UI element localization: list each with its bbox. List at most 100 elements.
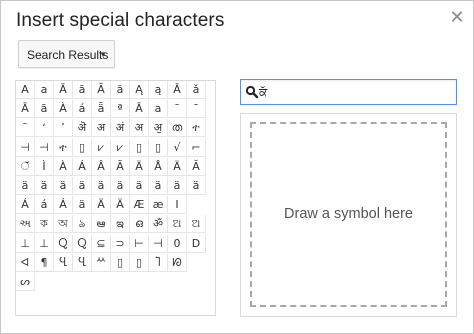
character-cell[interactable]: ഒ	[130, 215, 149, 234]
character-cell[interactable]: Ä	[168, 157, 187, 176]
character-cell[interactable]: Ⅰ	[168, 196, 187, 215]
character-cell[interactable]: ⊣	[35, 138, 54, 157]
character-cell[interactable]: ä	[111, 177, 130, 195]
character-cell[interactable]: ⊥	[35, 234, 54, 253]
character-cell[interactable]: Ă	[187, 157, 206, 176]
character-cell[interactable]: Ⴁ	[73, 253, 92, 272]
character-cell[interactable]: ˉ	[16, 119, 35, 138]
character-cell[interactable]: Ã	[111, 157, 130, 176]
character-cell[interactable]: ᔕ	[16, 273, 35, 291]
character-cell[interactable]: À	[54, 157, 73, 176]
character-cell[interactable]: ⊃	[111, 234, 130, 253]
character-cell[interactable]: ʼ	[54, 119, 73, 138]
character-cell[interactable]: ª	[111, 100, 130, 119]
character-cell[interactable]: ¶	[35, 253, 54, 272]
character-cell[interactable]: ऄ	[73, 119, 92, 138]
character-cell[interactable]: á	[73, 100, 92, 119]
character-cell[interactable]: ఇ	[111, 215, 130, 234]
character-cell[interactable]: ä	[149, 177, 168, 195]
character-cell[interactable]: ੱ	[16, 157, 35, 176]
character-cell[interactable]: ⌐	[187, 138, 206, 157]
character-cell[interactable]: ˉ	[187, 100, 206, 119]
close-icon[interactable]: ✕	[447, 7, 467, 27]
character-cell[interactable]: ä	[73, 196, 92, 215]
draw-symbol-area[interactable]: Draw a symbol here	[250, 122, 447, 307]
character-cell[interactable]: ത	[168, 119, 187, 138]
character-cell[interactable]: Ā	[54, 81, 73, 99]
character-cell[interactable]: D	[187, 234, 206, 253]
character-cell[interactable]: ▯	[130, 138, 149, 157]
character-cell[interactable]: ä	[130, 177, 149, 195]
character-cell[interactable]: Ì	[35, 157, 54, 176]
character-cell[interactable]: Ä	[130, 157, 149, 176]
character-cell[interactable]: ⊥	[16, 234, 35, 253]
character-cell[interactable]: Ⴍ	[54, 234, 73, 253]
character-cell[interactable]: ⊣	[16, 138, 35, 157]
character-cell[interactable]: ä	[16, 177, 35, 195]
character-cell[interactable]: ä	[168, 177, 187, 195]
character-cell[interactable]: Á	[54, 196, 73, 215]
character-cell[interactable]: a	[149, 100, 168, 119]
character-cell[interactable]: ঌ	[73, 215, 92, 234]
search-input[interactable]: ਕੱ	[240, 79, 457, 105]
character-cell[interactable]: अ	[130, 119, 149, 138]
character-cell[interactable]: ä	[35, 177, 54, 195]
character-cell[interactable]: Á	[73, 157, 92, 176]
character-cell[interactable]: ଅ	[187, 215, 206, 234]
character-cell[interactable]: ⊢	[130, 234, 149, 253]
category-dropdown[interactable]: Search Results ▼	[18, 40, 115, 68]
character-cell[interactable]: A	[16, 81, 35, 99]
character-cell[interactable]: ä	[92, 177, 111, 195]
character-cell[interactable]: अं	[111, 119, 130, 138]
character-cell[interactable]: ᄊ	[92, 253, 111, 272]
character-cell[interactable]: æ	[149, 196, 168, 215]
character-cell[interactable]: Ă	[92, 81, 111, 99]
character-cell[interactable]: Ä	[92, 196, 111, 215]
character-cell[interactable]: ǎ	[187, 81, 206, 99]
character-cell[interactable]: Ą	[130, 81, 149, 99]
character-cell[interactable]: ᐊ	[16, 253, 35, 272]
character-cell[interactable]: ˉ	[168, 100, 187, 119]
character-cell[interactable]: ক	[35, 215, 54, 234]
character-cell[interactable]: Ⴍ	[73, 234, 92, 253]
character-cell[interactable]: Á	[16, 196, 35, 215]
character-cell[interactable]: Ⴁ	[54, 253, 73, 272]
character-cell[interactable]: ॐ	[149, 215, 168, 234]
character-cell[interactable]: 0	[168, 234, 187, 253]
character-cell[interactable]: अ	[92, 119, 111, 138]
character-cell[interactable]: Â	[92, 157, 111, 176]
character-cell[interactable]: √	[168, 138, 187, 157]
character-cell[interactable]: ă	[111, 81, 130, 99]
character-cell[interactable]: ▯	[73, 138, 92, 157]
character-cell[interactable]: ⩗	[111, 138, 130, 157]
character-cell[interactable]: ተ	[54, 138, 73, 157]
character-cell[interactable]: ଅ	[168, 215, 187, 234]
character-cell[interactable]: ā	[35, 100, 54, 119]
character-cell[interactable]: অ	[54, 215, 73, 234]
character-cell[interactable]: ᘗ	[168, 253, 187, 272]
character-cell[interactable]: ⊣	[149, 234, 168, 253]
character-cell[interactable]: ▯	[149, 138, 168, 157]
character-cell[interactable]: ⊆	[92, 234, 111, 253]
character-cell[interactable]: Ā	[16, 100, 35, 119]
character-cell[interactable]: Ā	[130, 100, 149, 119]
character-cell[interactable]: ą	[149, 81, 168, 99]
character-cell[interactable]: À	[54, 100, 73, 119]
character-cell[interactable]: Å	[149, 157, 168, 176]
character-cell[interactable]: Ä	[111, 196, 130, 215]
character-cell[interactable]: ä	[54, 177, 73, 195]
character-cell[interactable]: Æ	[130, 196, 149, 215]
character-cell[interactable]: ॶ	[149, 119, 168, 138]
character-cell[interactable]: અ	[16, 215, 35, 234]
character-cell[interactable]: ä	[187, 177, 206, 195]
character-cell[interactable]: ⩗	[92, 138, 111, 157]
character-cell[interactable]: a	[35, 81, 54, 99]
character-cell[interactable]: á	[35, 196, 54, 215]
character-cell[interactable]: ǟ	[92, 100, 111, 119]
character-cell[interactable]: Ǎ	[168, 81, 187, 99]
character-cell[interactable]: ā	[73, 81, 92, 99]
character-cell[interactable]: Ⴈ	[149, 253, 168, 272]
character-cell[interactable]: ▯	[111, 253, 130, 272]
character-cell[interactable]: ተ	[187, 119, 206, 138]
character-cell[interactable]: ఆ	[92, 215, 111, 234]
